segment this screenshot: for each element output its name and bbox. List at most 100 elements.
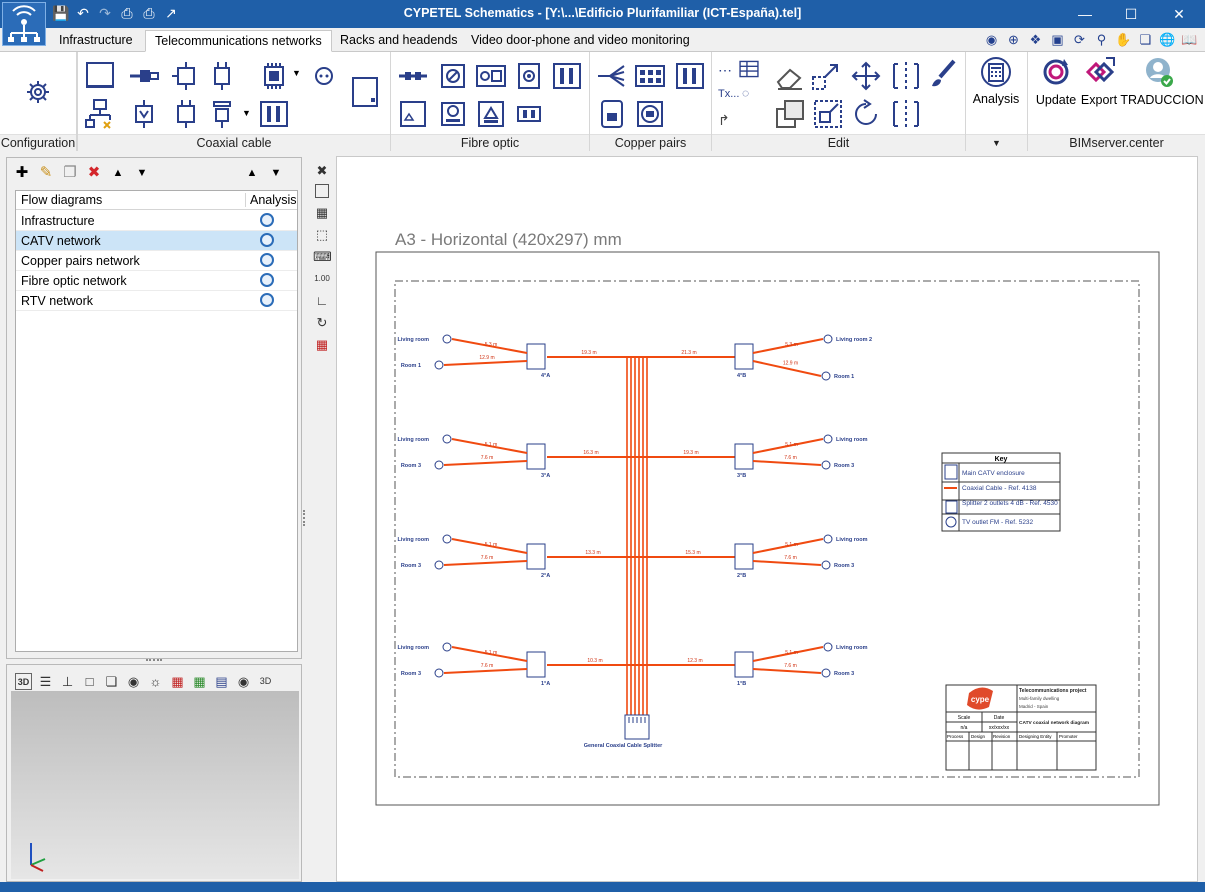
scale-ruler-icon[interactable]: 1.00 xyxy=(313,270,331,288)
headend-module-icon[interactable] xyxy=(258,60,290,92)
enclosure-tool-icon[interactable] xyxy=(84,60,116,92)
mixer-icon[interactable] xyxy=(206,98,238,130)
paint-brush-icon[interactable] xyxy=(928,58,960,90)
zoom-all-icon[interactable]: ❖ xyxy=(1026,31,1045,49)
section-icon[interactable]: ▦ xyxy=(169,673,186,690)
scale-icon[interactable] xyxy=(812,98,844,130)
eye-icon[interactable]: ◉ xyxy=(235,673,252,690)
delete-icon[interactable]: ✖ xyxy=(85,164,103,182)
move-icon[interactable] xyxy=(810,60,842,92)
configuration-gear-icon[interactable] xyxy=(22,76,54,108)
close-button[interactable]: ✕ xyxy=(1156,0,1202,28)
fibre-connector-icon[interactable] xyxy=(397,60,429,92)
cube-icon[interactable]: □ xyxy=(81,673,98,690)
window-view-icon[interactable]: ❏ xyxy=(1136,31,1155,49)
table-row[interactable]: RTV network xyxy=(16,291,297,311)
amplifier-icon[interactable] xyxy=(170,60,202,92)
zoom-window-icon[interactable]: ⊕ xyxy=(1004,31,1023,49)
fibre-box-icon[interactable] xyxy=(397,98,429,130)
rotate-view-icon[interactable]: ↻ xyxy=(313,314,331,332)
pan-hand-icon[interactable]: ✋ xyxy=(1114,31,1133,49)
column-analysis[interactable]: Analysis xyxy=(245,193,297,207)
analysis-button[interactable]: Analysis xyxy=(966,92,1026,106)
tab-video-door-phone[interactable]: Video door-phone and video monitoring xyxy=(462,30,699,52)
zoom-extents-icon[interactable]: ▣ xyxy=(1048,31,1067,49)
copper-panel-icon[interactable] xyxy=(634,60,666,92)
grid-icon[interactable]: ▦ xyxy=(191,673,208,690)
tab-racks-and-headends[interactable]: Racks and headends xyxy=(331,30,466,52)
analysis-status-icon[interactable] xyxy=(260,273,274,287)
derivator-icon[interactable] xyxy=(170,98,202,130)
layers-icon[interactable]: ☰ xyxy=(37,673,54,690)
scroll-up-icon[interactable]: ▲ xyxy=(243,164,261,182)
orbit-icon[interactable]: ◉ xyxy=(125,673,142,690)
text-tool[interactable]: Tx... xyxy=(718,88,739,100)
copper-rack-icon[interactable] xyxy=(674,60,706,92)
copper-cable-icon[interactable] xyxy=(596,60,628,92)
3d-settings-icon[interactable]: 3D xyxy=(257,673,274,690)
select-rectangle-icon[interactable] xyxy=(315,184,329,198)
dots-icon[interactable]: ⋯ xyxy=(718,62,733,79)
column-flow-diagrams[interactable]: Flow diagrams xyxy=(21,193,102,207)
angle-icon[interactable]: ∟ xyxy=(313,292,331,310)
coaxial-connector-icon[interactable] xyxy=(128,60,160,92)
copper-box-icon[interactable] xyxy=(596,98,628,130)
cube-rotate-icon[interactable]: ❏ xyxy=(103,673,120,690)
traduccion-user-icon[interactable] xyxy=(1142,56,1174,88)
minimize-button[interactable]: — xyxy=(1062,0,1108,28)
analysis-status-icon[interactable] xyxy=(260,293,274,307)
panel-icon[interactable]: ▤ xyxy=(213,673,230,690)
tools-icon[interactable]: ✖ xyxy=(313,162,331,180)
analysis-status-icon[interactable] xyxy=(260,213,274,227)
add-icon[interactable]: ✚ xyxy=(13,164,31,182)
fibre-rack-icon[interactable] xyxy=(551,60,583,92)
panel-resize-handle[interactable] xyxy=(146,659,162,663)
export-button[interactable]: Export xyxy=(1072,93,1126,107)
network-wizard-icon[interactable] xyxy=(84,98,116,130)
traduccion-button[interactable]: TRADUCCION xyxy=(1120,93,1204,107)
fibre-coupler-icon[interactable] xyxy=(513,98,545,130)
scroll-down-icon[interactable]: ▼ xyxy=(267,164,285,182)
table-row[interactable]: CATV network xyxy=(16,231,297,251)
dropdown-arrow-icon[interactable]: ▼ xyxy=(292,68,301,78)
binoculars-icon[interactable]: ◉ xyxy=(982,31,1001,49)
drawing-canvas[interactable]: A3 - Horizontal (420x297) mm General Coa… xyxy=(336,156,1198,882)
3d-view-icon[interactable]: 3D xyxy=(15,673,32,690)
keyboard-icon[interactable]: ⌨ xyxy=(313,248,332,266)
fibre-enclosure-icon[interactable] xyxy=(349,76,381,108)
export-icon[interactable] xyxy=(1084,56,1116,88)
snap-icon[interactable]: ⬚ xyxy=(313,226,331,244)
tab-telecommunications-networks[interactable]: Telecommunications networks xyxy=(145,30,332,52)
table-icon[interactable] xyxy=(738,58,760,80)
rotate-icon[interactable] xyxy=(850,98,882,130)
polyline-icon[interactable]: ↱ xyxy=(718,112,730,129)
zoom-icon[interactable]: ⚲ xyxy=(1092,31,1111,49)
move-up-icon[interactable]: ▲ xyxy=(109,164,127,182)
walk-icon[interactable]: ☼ xyxy=(147,673,164,690)
pan-arrows-icon[interactable] xyxy=(850,60,882,92)
fibre-distributor-icon[interactable] xyxy=(475,98,507,130)
copy-icon[interactable] xyxy=(774,98,806,130)
fibre-splitter-icon[interactable] xyxy=(437,60,469,92)
duplicate-icon[interactable]: ❐ xyxy=(61,164,79,182)
edit-pencil-icon[interactable]: ✎ xyxy=(37,164,55,182)
maximize-button[interactable]: ☐ xyxy=(1108,0,1154,28)
dropdown-arrow-icon[interactable]: ▼ xyxy=(242,108,251,118)
table-row[interactable]: Infrastructure xyxy=(16,211,297,231)
tab-infrastructure[interactable]: Infrastructure xyxy=(50,30,142,52)
analysis-status-icon[interactable] xyxy=(260,253,274,267)
analysis-calculator-icon[interactable] xyxy=(980,56,1012,88)
app-logo-icon[interactable] xyxy=(2,2,46,46)
eraser-icon[interactable] xyxy=(774,60,806,92)
mirror-icon[interactable] xyxy=(890,98,922,130)
table-row[interactable]: Fibre optic network xyxy=(16,271,297,291)
table-row[interactable]: Copper pairs network xyxy=(16,251,297,271)
splitter-tool-icon[interactable] xyxy=(128,98,160,130)
globe-icon[interactable]: 🌐 xyxy=(1158,31,1177,49)
update-icon[interactable] xyxy=(1040,56,1072,88)
distribution-bars-icon[interactable] xyxy=(258,98,290,130)
help-book-icon[interactable]: 📖 xyxy=(1180,31,1199,49)
marker-icon[interactable]: ◌ xyxy=(742,86,749,100)
axes-icon[interactable]: ⊥ xyxy=(59,673,76,690)
rj45-outlet-icon[interactable] xyxy=(634,98,666,130)
